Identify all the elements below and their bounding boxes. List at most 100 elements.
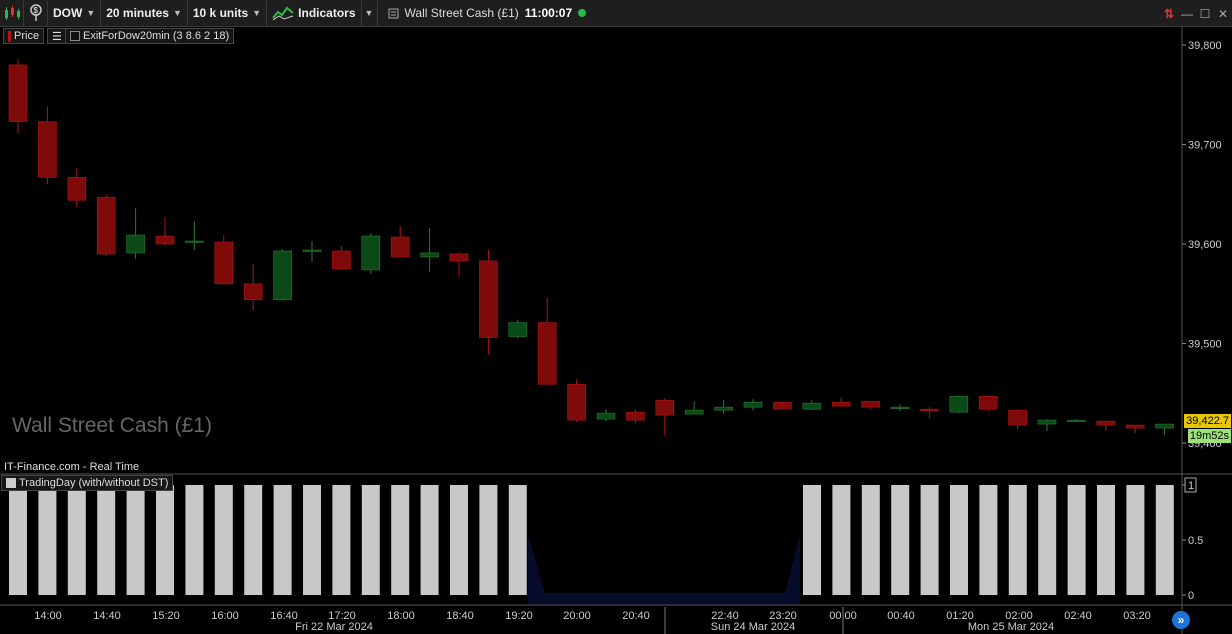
sub-indicator-checkbox[interactable] (6, 478, 16, 488)
svg-text:$: $ (33, 6, 38, 15)
data-source-label: IT-Finance.com - Real Time (4, 461, 140, 473)
price-chart[interactable]: 39,80039,70039,60039,50039,40010.5014:00… (0, 27, 1232, 634)
trading-day-bar (303, 485, 321, 595)
candle-body (390, 236, 410, 258)
x-tick-label: 00:40 (887, 610, 915, 622)
x-tick-label: 16:40 (270, 610, 298, 622)
last-price-tag: 39,422.7 (1184, 414, 1231, 428)
candle-body (1125, 424, 1145, 429)
live-status-icon (578, 9, 587, 17)
trading-day-bar (156, 485, 174, 595)
sub-y-tick-label: 0.5 (1188, 535, 1203, 547)
y-tick-label: 39,700 (1188, 140, 1222, 152)
chevron-down-icon: ▼ (172, 8, 182, 18)
trading-day-bar (1008, 485, 1027, 595)
countdown-tag: 19m52s (1187, 429, 1231, 443)
y-tick-label: 39,500 (1188, 339, 1222, 351)
indicator-legend-tag[interactable]: ExitForDow20min (3 8.6 2 18) (65, 28, 235, 44)
sub-y-tick-label: 0 (1188, 590, 1194, 602)
trading-day-bar (861, 485, 880, 595)
timeframe-selector[interactable]: 20 minutes ▼ (101, 0, 188, 26)
trading-day-bar (450, 485, 468, 595)
indicator-checkbox[interactable] (70, 31, 80, 41)
candle-body (243, 283, 263, 301)
refresh-icon[interactable]: ⇅ (1160, 7, 1178, 21)
candle-body (449, 253, 469, 262)
sub-indicator-label: TradingDay (with/without DST) (19, 477, 169, 489)
trading-day-bar (38, 485, 57, 595)
candle-body (126, 234, 145, 254)
sub-indicator-tag[interactable]: TradingDay (with/without DST) (1, 475, 174, 491)
instrument-selector[interactable]: DOW ▼ (48, 0, 102, 26)
candle-body (831, 401, 851, 407)
trading-day-bar (361, 485, 380, 595)
x-tick-label: 20:40 (622, 610, 650, 622)
price-tag-label: Price (14, 30, 40, 42)
candle-body (537, 322, 557, 385)
candle-body (302, 249, 322, 252)
trading-day-bar (979, 485, 998, 595)
instrument-info-button[interactable]: $ (24, 0, 48, 26)
candle-body (67, 177, 87, 201)
date-label: Mon 25 Mar 2024 (968, 621, 1054, 633)
maximize-icon[interactable]: ☐ (1196, 7, 1214, 21)
candle-body (508, 322, 528, 337)
y-tick-label: 39,600 (1188, 239, 1222, 251)
clock-text: 11:00:07 (524, 6, 573, 20)
trading-day-bar (803, 485, 821, 595)
candle-body (802, 402, 822, 410)
x-tick-label: 20:00 (563, 610, 591, 622)
trading-day-bar (832, 485, 851, 595)
x-tick-label: 14:00 (34, 610, 62, 622)
date-label: Sun 24 Mar 2024 (711, 621, 795, 633)
scroll-to-latest-button[interactable]: » (1172, 611, 1190, 629)
trading-day-bar (391, 485, 410, 595)
chevron-down-icon: ▼ (252, 8, 262, 18)
indicators-button[interactable]: Indicators (267, 0, 362, 26)
x-tick-label: 18:40 (446, 610, 474, 622)
trading-day-bar (1097, 485, 1115, 595)
candle-body (978, 395, 998, 410)
units-selector[interactable]: 10 k units ▼ (188, 0, 268, 26)
list-toggle[interactable]: ☰ (47, 28, 67, 44)
candle-body (949, 395, 969, 413)
x-tick-label: 16:00 (211, 610, 239, 622)
minimize-icon[interactable]: — (1178, 7, 1196, 21)
candle-body (479, 260, 498, 338)
close-icon[interactable]: ✕ (1214, 7, 1232, 21)
price-legend-tag[interactable]: Price (3, 28, 45, 44)
candle-body (920, 408, 939, 411)
chevron-down-icon: ▼ (364, 8, 374, 18)
candle-body (273, 250, 292, 301)
trading-day-bar (479, 485, 498, 595)
date-label: Fri 22 Mar 2024 (295, 621, 373, 633)
trading-day-bar (67, 485, 86, 595)
chart-type-button[interactable] (0, 0, 24, 26)
candle-body (626, 411, 645, 421)
indicators-icon (272, 6, 294, 21)
indicators-label: Indicators (298, 6, 356, 20)
candle-body (8, 64, 28, 122)
chevron-down-icon: ▼ (86, 8, 96, 18)
instrument-label: DOW (53, 6, 83, 20)
candle-body (1096, 420, 1116, 426)
indicators-dropdown[interactable]: ▼ (362, 0, 378, 26)
double-chevron-right-icon: » (1177, 613, 1185, 627)
candle-body (155, 235, 175, 245)
candle-body (596, 412, 616, 420)
x-tick-label: 19:20 (505, 610, 533, 622)
document-icon (388, 8, 399, 18)
units-label: 10 k units (192, 6, 249, 20)
x-tick-label: 15:20 (152, 610, 180, 622)
candle-body (96, 196, 116, 255)
x-tick-label: 14:40 (93, 610, 121, 622)
chart-toolbar: $ DOW ▼ 20 minutes ▼ 10 k units ▼ Indica… (0, 0, 1232, 27)
candle-body (655, 399, 675, 416)
trading-day-bar (332, 485, 351, 595)
trading-day-bar (950, 485, 968, 595)
sub-y-tick-label: 1 (1188, 480, 1194, 492)
candle-body (567, 383, 586, 421)
window-title-text: Wall Street Cash (£1) (404, 6, 519, 20)
trading-day-bar (1126, 485, 1145, 595)
indicator-tag-label: ExitForDow20min (3 8.6 2 18) (83, 30, 230, 42)
